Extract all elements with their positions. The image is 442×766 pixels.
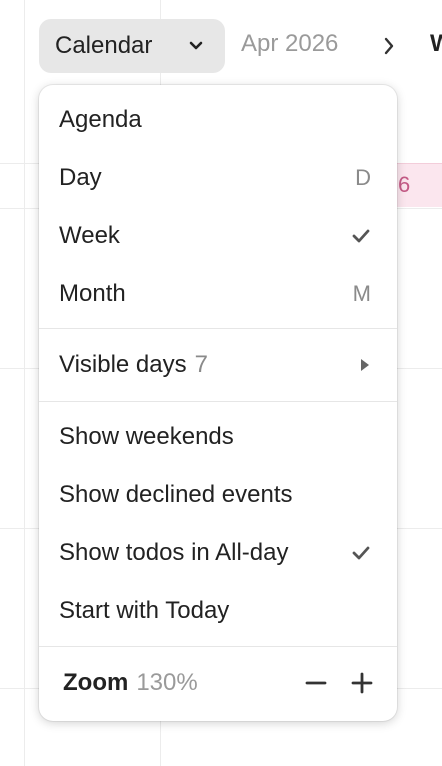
menu-item-label: Show weekends: [59, 423, 234, 450]
menu-item-show-weekends[interactable]: Show weekends: [39, 409, 397, 465]
menu-item-label: Week: [59, 222, 120, 249]
menu-item-agenda[interactable]: Agenda: [39, 92, 397, 148]
chevron-right-icon[interactable]: [378, 33, 400, 59]
grid-line: [24, 0, 25, 766]
month-label: Apr 2026: [241, 30, 339, 57]
view-select-label: Calendar: [55, 32, 153, 59]
submenu-arrow-icon: [361, 359, 369, 371]
menu-item-show-todos-all-day[interactable]: Show todos in All-day: [39, 525, 397, 581]
menu-item-month[interactable]: Month M: [39, 266, 397, 322]
calendar-app: 6 Calendar Apr 2026 W Agenda Day D Week: [0, 0, 442, 766]
menu-item-start-with-today[interactable]: Start with Today: [39, 583, 397, 639]
zoom-label: Zoom: [63, 669, 129, 696]
menu-divider: [39, 328, 397, 329]
view-select-button[interactable]: Calendar: [39, 19, 225, 73]
menu-item-label: Visible days: [59, 351, 187, 378]
zoom-in-icon[interactable]: [348, 669, 376, 697]
checkmark-icon: [352, 229, 370, 243]
shortcut-key: M: [352, 281, 371, 306]
menu-item-label: Day: [59, 164, 102, 191]
checkmark-icon: [352, 546, 370, 560]
zoom-control: Zoom 130%: [39, 655, 397, 711]
visible-days-value: 7: [194, 351, 208, 378]
menu-divider: [39, 401, 397, 402]
menu-item-label: Month: [59, 280, 126, 307]
zoom-out-icon[interactable]: [302, 669, 330, 697]
menu-divider: [39, 646, 397, 647]
view-dropdown-menu: Agenda Day D Week Month M Visible days 7: [39, 85, 397, 721]
menu-item-label: Start with Today: [59, 597, 230, 624]
menu-item-day[interactable]: Day D: [39, 150, 397, 206]
calendar-header: Calendar Apr 2026 W: [0, 0, 442, 90]
menu-item-label: Show todos in All-day: [59, 539, 289, 566]
zoom-value: 130%: [136, 669, 198, 696]
clipped-header-text: W: [430, 30, 442, 57]
menu-item-week[interactable]: Week: [39, 208, 397, 264]
menu-item-visible-days[interactable]: Visible days 7: [39, 337, 397, 393]
shortcut-key: D: [355, 165, 371, 190]
menu-item-label: Agenda: [59, 106, 142, 133]
menu-item-show-declined-events[interactable]: Show declined events: [39, 467, 397, 523]
chevron-down-icon: [189, 41, 203, 50]
calendar-event-text: 6: [398, 172, 411, 197]
menu-item-label: Show declined events: [59, 481, 293, 508]
